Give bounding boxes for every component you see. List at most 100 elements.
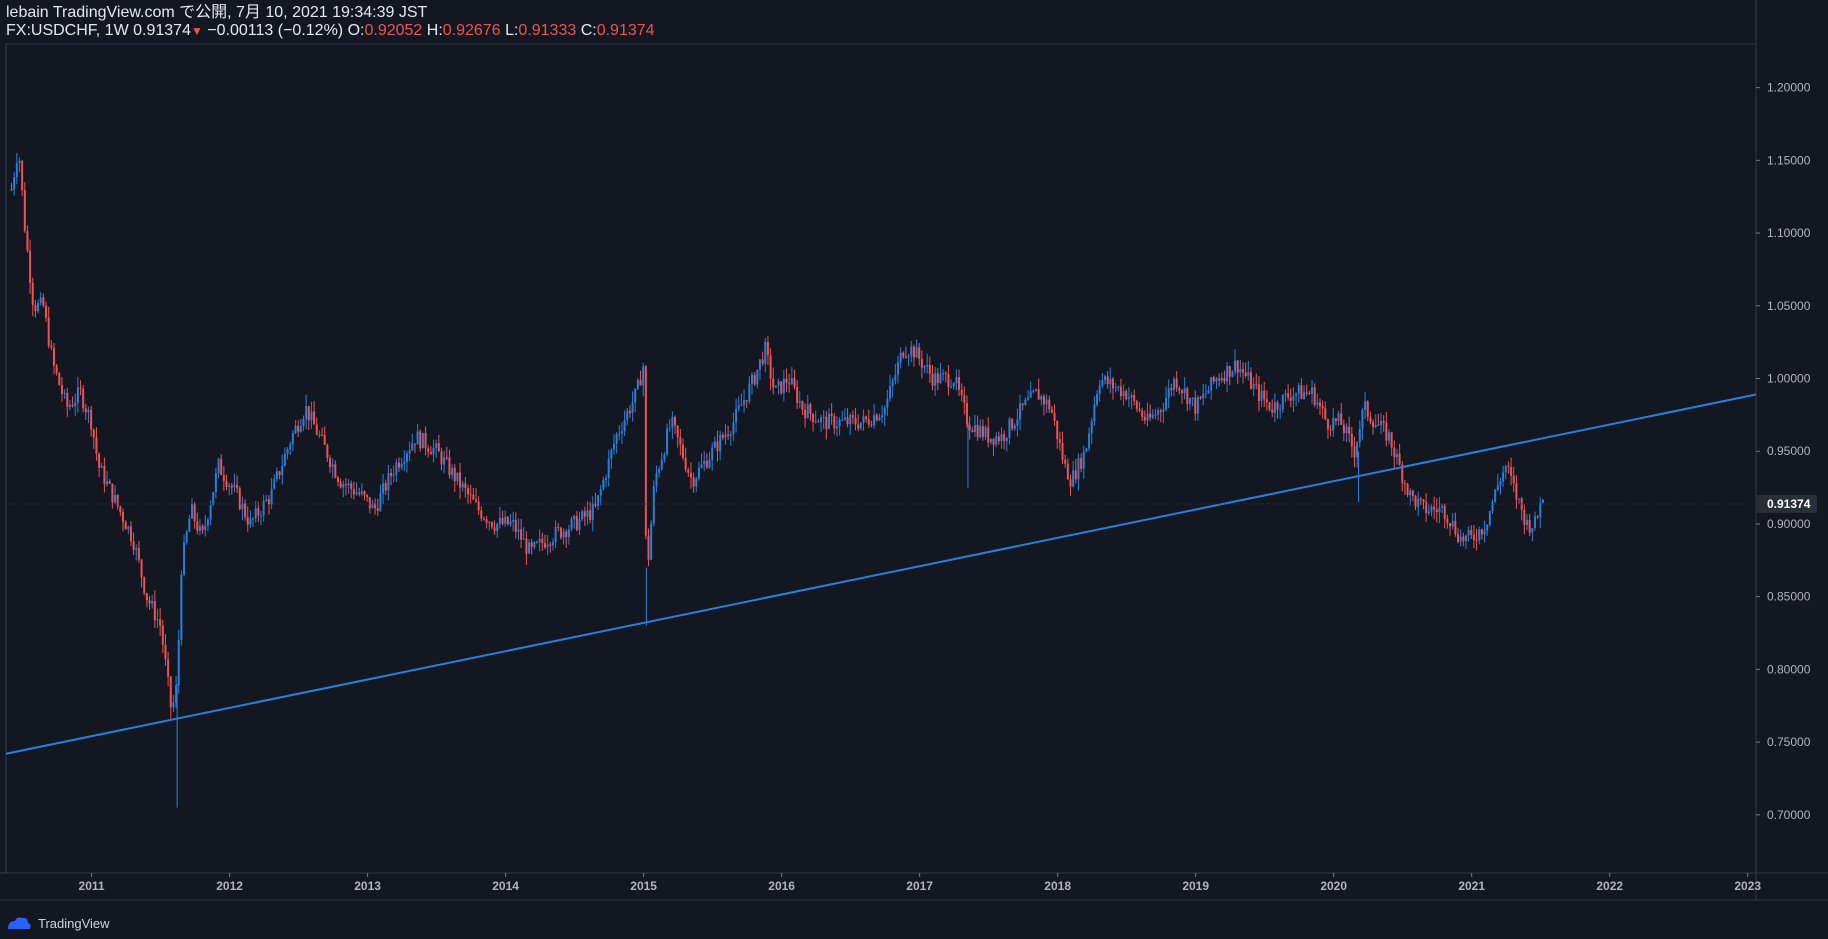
candle-body (578, 519, 581, 530)
candle-body (997, 436, 1000, 442)
candle-body (212, 492, 215, 506)
candle-body (1329, 429, 1332, 431)
candle-body (342, 484, 345, 488)
candle-body (408, 450, 411, 454)
candle-body (915, 347, 918, 358)
x-tick-label: 2013 (354, 879, 381, 893)
candle-body (958, 377, 961, 390)
x-tick-label: 2019 (1182, 879, 1209, 893)
price-axis[interactable]: 0.70000 0.75000 0.80000 0.85000 0.90000 0.950… (1756, 81, 1811, 822)
candle-body (952, 383, 955, 387)
candle-body (209, 505, 212, 520)
candle-body (390, 473, 393, 476)
candle-body (766, 342, 769, 356)
candle-body (467, 488, 470, 495)
candle-body (1037, 389, 1040, 400)
candle-body (753, 374, 756, 385)
candle-body (1135, 401, 1138, 409)
candle-body (398, 462, 401, 468)
candle-body (432, 447, 435, 455)
candle-body (1085, 448, 1088, 452)
candle-body (1295, 393, 1298, 396)
candle-body (403, 461, 406, 464)
candle-body (1111, 378, 1114, 389)
candle-body (21, 160, 24, 191)
candle-body (1358, 429, 1361, 443)
candle-body (76, 387, 79, 403)
candle-body (63, 392, 66, 395)
candle-body (217, 458, 220, 474)
candle-body (995, 436, 998, 445)
y-tick-label: 0.90000 (1767, 517, 1811, 531)
tradingview-logo-icon (8, 917, 31, 929)
last-price-label: 0.91374 (1767, 497, 1811, 511)
candle-body (124, 522, 127, 530)
candle-body (796, 386, 799, 403)
trendline-layer[interactable] (5, 393, 1757, 755)
candle-body (379, 493, 382, 511)
candle-body (222, 474, 225, 481)
candle-body (1104, 376, 1107, 381)
candle-body (13, 177, 16, 190)
candle-body (647, 535, 650, 560)
candle-body (366, 494, 369, 498)
time-axis[interactable]: 2011 2012 2013 2014 2015 2016 2017 2018 2019 2020… (79, 873, 1762, 893)
candle-body (1430, 506, 1433, 512)
candle-body (1212, 377, 1215, 382)
candle-body (1316, 402, 1319, 405)
candle-body (904, 356, 907, 358)
candle-body (589, 510, 592, 521)
candle-body (748, 383, 751, 402)
candle-body (29, 250, 32, 283)
candle-body (1019, 403, 1022, 420)
candle-body (896, 362, 899, 376)
candle-body (193, 504, 196, 522)
candle-body (615, 434, 618, 444)
candle-body (533, 542, 536, 547)
candle-body (262, 500, 265, 516)
candle-body (352, 488, 355, 495)
candle-body (1271, 409, 1274, 413)
candle-body (1496, 484, 1499, 490)
y-tick-label: 0.95000 (1767, 444, 1811, 458)
candle-body (1411, 490, 1414, 496)
candle-body (968, 424, 971, 431)
candle-body (1409, 490, 1412, 496)
candle-body (804, 410, 807, 419)
candle-body (960, 389, 963, 395)
candle-body (992, 438, 995, 445)
price-chart[interactable]: 0.70000 0.75000 0.80000 0.85000 0.90000 0.950… (0, 0, 1828, 939)
candle-body (1281, 394, 1284, 410)
candle-body (942, 373, 945, 375)
candle-body (1318, 402, 1321, 407)
candle-body (1337, 413, 1340, 421)
candle-body (198, 526, 201, 531)
candle-body (1536, 516, 1539, 518)
chart-frame (0, 0, 1828, 901)
candle-body (1287, 393, 1290, 398)
candle-body (350, 483, 353, 489)
candle-body (1220, 378, 1223, 381)
candle-body (732, 422, 735, 435)
candle-body (1366, 401, 1369, 417)
trendline[interactable] (5, 393, 1757, 755)
candle-body (244, 503, 247, 517)
candle-body (283, 453, 286, 466)
candle-body (841, 419, 844, 421)
candle-body (1236, 360, 1239, 373)
candle-body (145, 593, 148, 601)
candle-body (1056, 420, 1059, 440)
candle-body (660, 459, 663, 470)
candle-body (1390, 432, 1393, 448)
candle-body (1435, 509, 1438, 513)
candle-body (644, 366, 647, 536)
candle-body (1303, 392, 1306, 400)
candle-body (453, 467, 456, 482)
x-tick-label: 2020 (1320, 879, 1347, 893)
x-tick-label: 2016 (768, 879, 795, 893)
candle-body (565, 531, 568, 538)
candle-body (275, 471, 278, 480)
candle-body (1024, 399, 1027, 405)
candle-body (382, 483, 385, 494)
candle-body (1419, 498, 1422, 500)
